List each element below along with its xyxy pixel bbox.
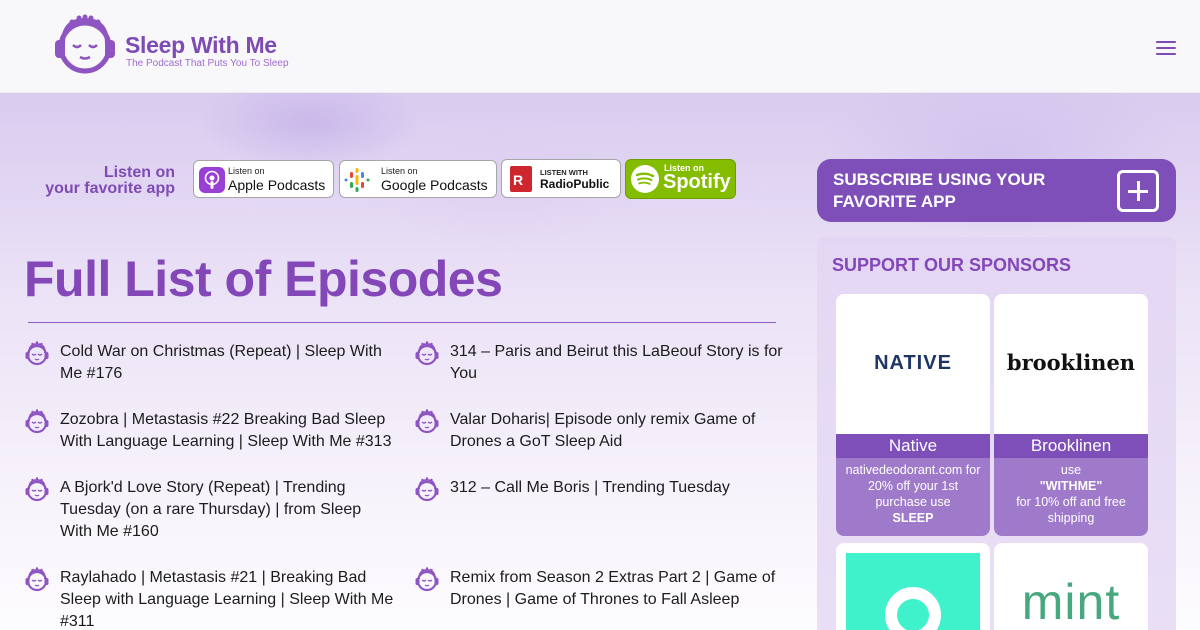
sponsor-card-teal[interactable] — [836, 543, 990, 630]
sponsor-offer-text: nativedeodorant.com for 20% off your 1st… — [845, 463, 981, 509]
logo-tagline: The Podcast That Puts You To Sleep — [126, 58, 289, 69]
hamburger-menu-icon[interactable] — [1154, 38, 1178, 58]
google-podcasts-icon — [344, 168, 370, 192]
listen-label-line2: your favorite app — [45, 180, 175, 197]
site-header: Sleep With Me The Podcast That Puts You … — [0, 0, 1200, 93]
sleeping-face-headphones-icon — [414, 567, 440, 593]
episode-link[interactable]: Raylahado | Metastasis #21 | Breaking Ba… — [60, 567, 395, 630]
title-divider — [28, 322, 776, 323]
brooklinen-logo-text: brooklinen — [1006, 350, 1136, 375]
sponsor-code: "WITHME" — [1039, 479, 1103, 493]
sleeping-face-headphones-icon — [414, 409, 440, 435]
sponsor-name: Brooklinen — [994, 434, 1148, 458]
svg-text:R: R — [513, 172, 523, 188]
logo-title: Sleep With Me — [125, 32, 277, 58]
sleeping-face-headphones-icon — [55, 14, 115, 74]
google-podcasts-badge[interactable]: Listen on Google Podcasts — [339, 160, 497, 198]
episode-link[interactable]: Zozobra | Metastasis #22 Breaking Bad Sl… — [60, 409, 395, 453]
sponsor-offer: use "WITHME" for 10% off and free shippi… — [994, 458, 1148, 536]
episode-link[interactable]: Cold War on Christmas (Repeat) | Sleep W… — [60, 341, 395, 385]
sponsor-logo — [846, 553, 980, 630]
plus-square-icon — [1117, 170, 1159, 212]
sponsor-name: Native — [836, 434, 990, 458]
sponsor-code: SLEEP — [892, 511, 934, 525]
episode-link[interactable]: 312 – Call Me Boris | Trending Tuesday — [450, 477, 785, 499]
native-logo-text: NATIVE — [874, 352, 952, 374]
sponsor-card-mint[interactable]: mint — [994, 543, 1148, 630]
mint-logo-text: mint — [1021, 574, 1121, 630]
teal-sponsor-logo-icon — [885, 587, 941, 630]
radiopublic-badge[interactable]: R LISTEN WITH RadioPublic — [501, 159, 621, 198]
episode-link[interactable]: A Bjork'd Love Story (Repeat) | Trending… — [60, 477, 395, 543]
sleeping-face-headphones-icon — [24, 409, 50, 435]
subscribe-label: SUBSCRIBE USING YOUR FAVORITE APP — [833, 170, 1046, 211]
radiopublic-badge-small: LISTEN WITH — [540, 168, 588, 177]
sponsors-title: SUPPORT OUR SPONSORS — [832, 255, 1072, 275]
sleeping-face-headphones-icon — [414, 341, 440, 367]
sponsor-logo: NATIVE — [836, 294, 990, 434]
page-title: Full List of Episodes — [24, 251, 503, 307]
apple-badge-big: Apple Podcasts — [228, 177, 326, 193]
sleeping-face-headphones-icon — [414, 477, 440, 503]
spotify-icon — [631, 165, 659, 193]
site-logo[interactable]: Sleep With Me The Podcast That Puts You … — [52, 14, 302, 78]
episode-link[interactable]: 314 – Paris and Beirut this LaBeouf Stor… — [450, 341, 785, 385]
sponsor-card-native[interactable]: NATIVE Native nativedeodorant.com for 20… — [836, 294, 990, 536]
sponsor-offer-text-2: for 10% off and free shipping — [1016, 495, 1126, 525]
episode-link[interactable]: Remix from Season 2 Extras Part 2 | Game… — [450, 567, 785, 611]
apple-badge-small: Listen on — [228, 166, 265, 176]
radiopublic-badge-big: RadioPublic — [540, 177, 610, 191]
sponsor-offer-text: use — [1060, 463, 1082, 477]
spotify-badge-big: Spotify — [663, 171, 731, 193]
listen-label: Listen on your favorite app — [30, 165, 175, 197]
sponsor-card-brooklinen[interactable]: brooklinen Brooklinen use "WITHME" for 1… — [994, 294, 1148, 536]
sponsor-logo: brooklinen — [994, 294, 1148, 434]
spotify-badge[interactable]: Listen on Spotify — [625, 159, 736, 199]
sleeping-face-headphones-icon — [24, 341, 50, 367]
apple-podcasts-icon — [199, 167, 225, 193]
google-badge-small: Listen on — [381, 166, 418, 176]
sponsor-offer: nativedeodorant.com for 20% off your 1st… — [836, 458, 990, 536]
google-badge-big: Google Podcasts — [381, 177, 488, 193]
sleeping-face-headphones-icon — [24, 477, 50, 503]
apple-podcasts-badge[interactable]: Listen on Apple Podcasts — [193, 160, 334, 198]
episode-link[interactable]: Valar Doharis| Episode only remix Game o… — [450, 409, 785, 453]
sponsors-panel: SUPPORT OUR SPONSORS NATIVE Native nativ… — [817, 237, 1176, 630]
listen-label-line1: Listen on — [103, 164, 175, 181]
subscribe-button[interactable]: SUBSCRIBE USING YOUR FAVORITE APP — [817, 159, 1176, 222]
sleeping-face-headphones-icon — [24, 567, 50, 593]
radiopublic-icon: R — [510, 166, 532, 192]
